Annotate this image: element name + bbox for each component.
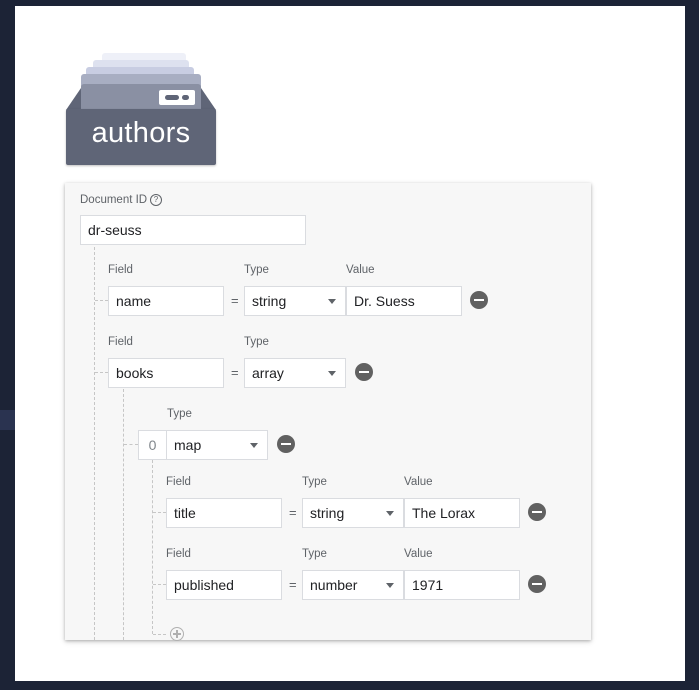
folder-handle-icon	[159, 90, 195, 105]
field-label: Field	[166, 548, 191, 560]
field-books-input[interactable]: books	[108, 358, 224, 388]
type-label: Type	[302, 548, 327, 560]
tree-line-map	[152, 460, 153, 634]
collection-name: authors	[91, 117, 191, 149]
type-select-value: map	[174, 437, 202, 453]
type-select-value: array	[252, 365, 284, 381]
type-label: Type	[244, 336, 269, 348]
field-published-input[interactable]: published	[166, 570, 282, 600]
array-index: 0	[138, 430, 167, 460]
tree-branch-published	[153, 584, 166, 585]
tree-branch-title	[153, 512, 166, 513]
background-detail	[0, 410, 15, 430]
value-label: Value	[346, 264, 375, 276]
remove-field-icon[interactable]	[528, 575, 546, 593]
folder-left-flap	[66, 88, 81, 110]
collection-folder: authors	[66, 53, 216, 165]
value-label: Value	[404, 476, 433, 488]
equals-sign: =	[231, 293, 239, 308]
type-select[interactable]: number	[302, 570, 404, 600]
tree-line-root	[94, 247, 95, 640]
type-select-value: string	[310, 505, 345, 521]
field-label: Field	[108, 336, 133, 348]
value-input[interactable]: 1971	[404, 570, 520, 600]
remove-field-icon[interactable]	[528, 503, 546, 521]
equals-sign: =	[289, 505, 297, 520]
type-select[interactable]: map	[166, 430, 268, 460]
type-select[interactable]: array	[244, 358, 346, 388]
chevron-down-icon	[386, 583, 394, 588]
chevron-down-icon	[328, 371, 336, 376]
tree-branch-name	[95, 300, 108, 301]
help-icon[interactable]: ?	[150, 194, 162, 206]
tree-branch-item-0	[124, 444, 138, 445]
tree-branch-add	[153, 634, 166, 635]
value-input[interactable]: Dr. Suess	[346, 286, 462, 316]
field-label: Field	[108, 264, 133, 276]
document-id-label: Document ID	[80, 194, 148, 206]
type-label: Type	[167, 408, 192, 420]
type-label: Type	[302, 476, 327, 488]
equals-sign: =	[231, 365, 239, 380]
value-label: Value	[404, 548, 433, 560]
type-label: Type	[244, 264, 269, 276]
tree-line-books	[123, 389, 124, 640]
type-select-value: string	[252, 293, 287, 309]
document-card: Document ID ? dr-seuss Field Type Value …	[65, 183, 591, 641]
type-select[interactable]: string	[244, 286, 346, 316]
document-id-input[interactable]: dr-seuss	[80, 215, 306, 245]
chevron-down-icon	[328, 299, 336, 304]
remove-field-icon[interactable]	[355, 363, 373, 381]
field-label: Field	[166, 476, 191, 488]
remove-field-icon[interactable]	[277, 435, 295, 453]
folder-right-flap	[201, 88, 216, 110]
type-select[interactable]: string	[302, 498, 404, 528]
field-name-input[interactable]: name	[108, 286, 224, 316]
tree-branch-books	[95, 372, 108, 373]
add-field-icon[interactable]	[170, 627, 184, 641]
equals-sign: =	[289, 577, 297, 592]
type-select-value: number	[310, 577, 358, 593]
value-input[interactable]: The Lorax	[404, 498, 520, 528]
field-title-input[interactable]: title	[166, 498, 282, 528]
chevron-down-icon	[250, 443, 258, 448]
remove-field-icon[interactable]	[470, 291, 488, 309]
chevron-down-icon	[386, 511, 394, 516]
